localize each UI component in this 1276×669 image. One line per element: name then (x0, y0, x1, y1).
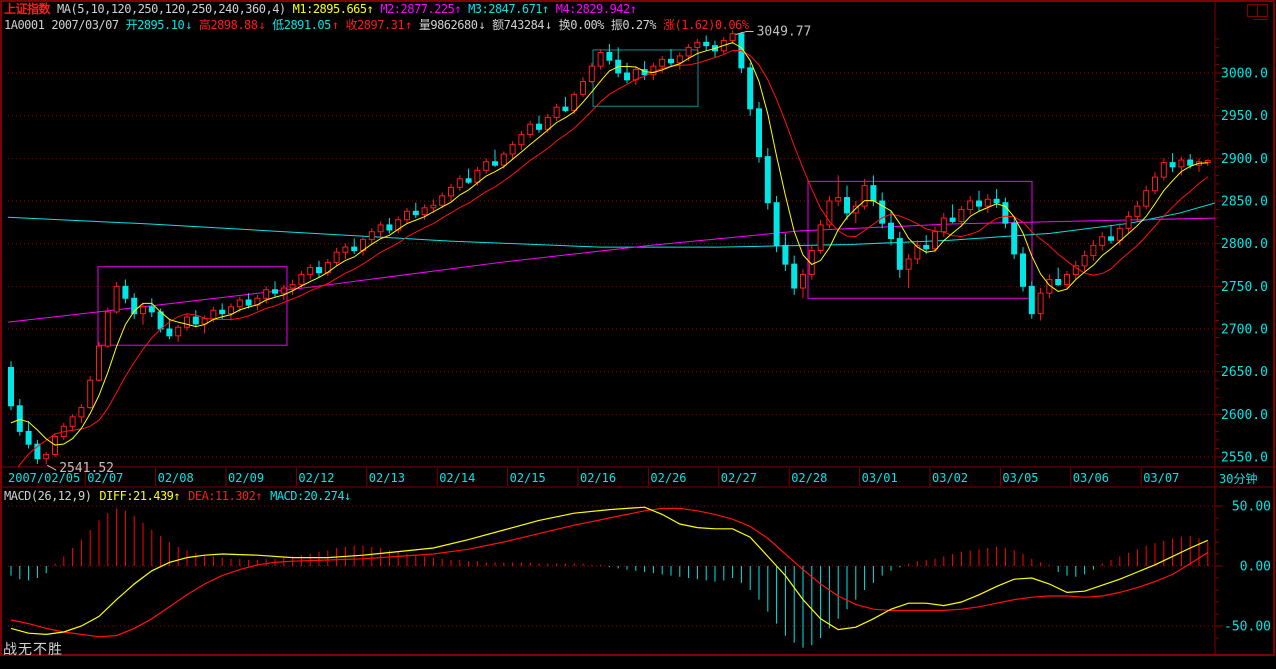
price-annotations: 3049.77 2541.52 (47, 25, 811, 477)
svg-text:2600.0: 2600.0 (1221, 408, 1268, 423)
watermark-text: 战无不胜 (3, 639, 63, 659)
svg-text:2900.0: 2900.0 (1221, 152, 1268, 167)
svg-text:03/07: 03/07 (1143, 471, 1179, 485)
macd-panel (11, 507, 1208, 647)
svg-text:02/13: 02/13 (369, 471, 405, 485)
price-gridlines: 3000.0 2950.0 2900.0 2850.0 2800.0 2750.0 2700… (8, 39, 1268, 466)
svg-text:50.00: 50.00 (1232, 500, 1271, 515)
svg-text:02/15: 02/15 (510, 471, 546, 485)
chart-canvas[interactable]: 3000.0 2950.0 2900.0 2850.0 2800.0 2750.0 2700… (0, 0, 1276, 669)
svg-text:03/01: 03/01 (862, 471, 898, 485)
dea-line (11, 508, 1208, 636)
svg-text:02/12: 02/12 (298, 471, 334, 485)
period-label: 30分钟 (1219, 471, 1257, 486)
svg-text:02/26: 02/26 (650, 471, 686, 485)
macd-indicator-label[interactable]: MACD(26,12,9) (4, 489, 91, 503)
svg-text:2800.0: 2800.0 (1221, 237, 1268, 252)
svg-text:3000.0: 3000.0 (1221, 67, 1268, 82)
drawn-box (98, 267, 287, 346)
svg-text:03/06: 03/06 (1073, 471, 1109, 485)
svg-text:02/09: 02/09 (228, 471, 264, 485)
svg-text:02/27: 02/27 (721, 471, 757, 485)
trough-price-label: 2541.52 (59, 461, 114, 476)
svg-text:-50.00: -50.00 (1224, 620, 1271, 635)
stock-terminal: 上证指数 MA(5,10,120,250,120,250,240,360,4) … (0, 0, 1276, 669)
macd-value: MACD:20.274↓ (270, 489, 351, 503)
macd-gridlines: 50.00 0.00 -50.00 (8, 500, 1271, 639)
svg-text:03/05: 03/05 (1002, 471, 1038, 485)
svg-text:02/14: 02/14 (439, 471, 475, 485)
dea-value: DEA:11.302↑ (188, 489, 262, 503)
diff-value: DIFF:21.439↑ (99, 489, 180, 503)
svg-text:2850.0: 2850.0 (1221, 194, 1268, 209)
diff-line (11, 507, 1208, 634)
svg-text:2950.0: 2950.0 (1221, 109, 1268, 124)
svg-text:02/08: 02/08 (158, 471, 194, 485)
svg-text:2700.0: 2700.0 (1221, 322, 1268, 337)
svg-text:0.00: 0.00 (1240, 560, 1271, 575)
macd-header: MACD(26,12,9) DIFF:21.439↑ DEA:11.302↑ M… (4, 489, 351, 503)
svg-text:2750.0: 2750.0 (1221, 280, 1268, 295)
date-axis: 2007/02/0502/0702/0802/0902/1202/1302/14… (8, 468, 1257, 486)
svg-text:2550.0: 2550.0 (1221, 450, 1268, 465)
fast-ma-lines (11, 43, 1208, 479)
svg-text:02/16: 02/16 (580, 471, 616, 485)
svg-text:2650.0: 2650.0 (1221, 365, 1268, 380)
svg-text:03/02: 03/02 (932, 471, 968, 485)
ma240-line (8, 203, 1215, 247)
peak-price-label: 3049.77 (757, 25, 812, 40)
svg-text:02/28: 02/28 (791, 471, 827, 485)
grid-icon[interactable] (1248, 5, 1269, 20)
